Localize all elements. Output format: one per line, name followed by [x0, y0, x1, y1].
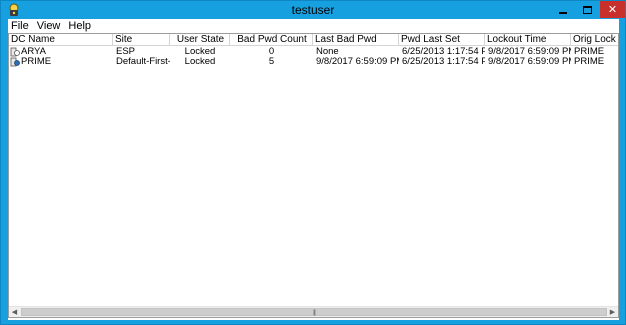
chevron-right-icon: ▶ [609, 309, 616, 316]
cell-pwd-last-set: 6/25/2013 1:17:54 PM [402, 57, 485, 67]
cell-last-bad-pwd: None [316, 47, 339, 57]
menu-view[interactable]: View [33, 19, 65, 33]
cell-lockout-time: 9/8/2017 6:59:09 PM [488, 57, 571, 67]
list-rows: ARYA ESP Locked 0 None 6/25/2013 1:17:54… [9, 47, 618, 67]
minimize-button[interactable] [550, 1, 575, 18]
cell-user-state: Locked [184, 57, 216, 67]
list-header: DC Name Site User State Bad Pwd Count La… [9, 34, 618, 46]
scroll-left-button[interactable]: ◀ [9, 307, 20, 317]
cell-pwd-last-set: 6/25/2013 1:17:54 PM [402, 47, 485, 57]
table-row[interactable]: PRIME Default-First-Si... Locked 5 9/8/2… [9, 57, 618, 67]
column-header-lockout-time[interactable]: Lockout Time [485, 34, 571, 46]
scrollbar-thumb[interactable]: ||| [21, 308, 607, 316]
column-header-last-bad-pwd[interactable]: Last Bad Pwd [313, 34, 399, 46]
cell-orig-lock: PRIME [574, 47, 605, 57]
close-button[interactable]: ✕ [600, 1, 625, 18]
table-row[interactable]: ARYA ESP Locked 0 None 6/25/2013 1:17:54… [9, 47, 618, 57]
chevron-left-icon: ◀ [11, 309, 18, 316]
cell-bad-pwd-count: 5 [268, 57, 275, 67]
domain-controller-icon [10, 57, 20, 67]
app-window: testuser ✕ File View Help DC Name Site U… [0, 0, 626, 325]
cell-lockout-time: 9/8/2017 6:59:09 PM [488, 47, 571, 57]
grip-icon: ||| [313, 310, 316, 316]
cell-user-state: Locked [184, 47, 216, 57]
column-header-site[interactable]: Site [113, 34, 170, 46]
minimize-icon [558, 11, 567, 14]
maximize-icon [583, 5, 592, 14]
horizontal-scrollbar[interactable]: ◀ ||| ▶ [9, 306, 618, 317]
dc-list-view[interactable]: DC Name Site User State Bad Pwd Count La… [8, 33, 619, 318]
scroll-right-button[interactable]: ▶ [607, 307, 618, 317]
cell-dc-name: ARYA [21, 47, 46, 57]
column-header-bad-pwd-count[interactable]: Bad Pwd Count [230, 34, 313, 46]
menu-file[interactable]: File [8, 19, 33, 33]
client-area: File View Help DC Name Site User State B… [8, 19, 619, 320]
column-header-user-state[interactable]: User State [170, 34, 230, 46]
menu-bar: File View Help [8, 19, 619, 33]
close-icon: ✕ [607, 4, 618, 16]
domain-controller-icon [10, 47, 20, 57]
maximize-button[interactable] [575, 1, 600, 18]
title-bar[interactable]: testuser ✕ [1, 1, 625, 19]
window-title: testuser [291, 3, 335, 17]
column-header-dc-name[interactable]: DC Name [9, 34, 113, 46]
column-header-orig-lock[interactable]: Orig Lock [571, 34, 618, 46]
cell-dc-name: PRIME [21, 57, 52, 67]
cell-last-bad-pwd: 9/8/2017 6:59:09 PM [316, 57, 399, 67]
cell-bad-pwd-count: 0 [268, 47, 275, 57]
column-header-pwd-last-set[interactable]: Pwd Last Set [399, 34, 485, 46]
cell-site: ESP [116, 47, 136, 57]
cell-site: Default-First-Si... [116, 57, 170, 67]
cell-orig-lock: PRIME [574, 57, 605, 67]
menu-help[interactable]: Help [64, 19, 95, 33]
